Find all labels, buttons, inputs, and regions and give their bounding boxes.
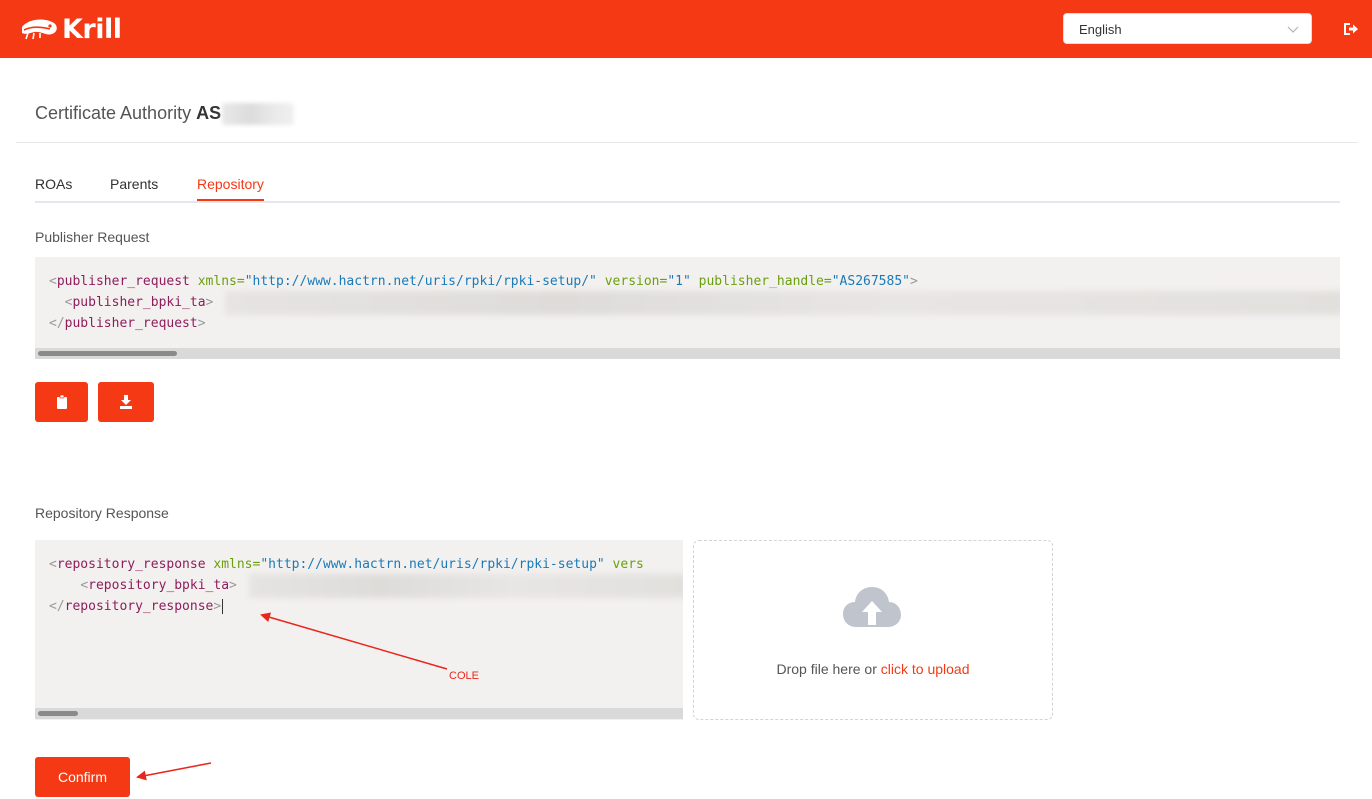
chevron-down-icon [1287, 26, 1299, 33]
top-bar: Krill English [0, 0, 1372, 58]
code-line-2: <repository_bpki_ta> [80, 578, 237, 593]
active-tab-indicator [197, 199, 264, 201]
clipboard-icon [56, 395, 67, 409]
copy-button[interactable] [35, 382, 88, 422]
krill-shrimp-icon [22, 19, 57, 40]
upload-text: Drop file here or [776, 661, 881, 677]
scrollbar-thumb[interactable] [38, 351, 177, 356]
tab-parents[interactable]: Parents [110, 176, 158, 192]
horizontal-scrollbar[interactable] [35, 708, 683, 719]
redacted-certificate [249, 574, 683, 598]
text-cursor [222, 599, 224, 614]
confirm-button[interactable]: Confirm [35, 757, 130, 797]
ca-handle: AS [196, 103, 222, 123]
page-title-prefix: Certificate Authority [35, 103, 192, 123]
redacted-handle [222, 103, 295, 126]
annotation-label: COLE [449, 670, 479, 682]
upload-link[interactable]: click to upload [881, 661, 970, 677]
tab-roas[interactable]: ROAs [35, 176, 72, 192]
krill-logo[interactable]: Krill [20, 12, 122, 46]
code-line-1: <repository_response xmlns="http://www.h… [49, 557, 644, 572]
publisher-request-code[interactable]: <publisher_request xmlns="http://www.hac… [35, 257, 1340, 359]
tab-bar: ROAs Parents Repository [35, 166, 1340, 203]
tab-repository[interactable]: Repository [197, 176, 264, 192]
download-button[interactable] [98, 382, 154, 422]
horizontal-scrollbar[interactable] [35, 348, 1340, 359]
annotation-arrow-confirm [136, 762, 212, 781]
repository-response-editor[interactable]: <repository_response xmlns="http://www.h… [35, 540, 683, 720]
code-line-3: </publisher_request> [49, 316, 206, 331]
title-divider [16, 142, 1358, 143]
repository-response-label: Repository Response [35, 505, 169, 521]
app-name: Krill [62, 13, 122, 45]
language-select-value: English [1079, 22, 1122, 37]
code-line-2: <publisher_bpki_ta> [64, 295, 214, 310]
redacted-certificate [225, 291, 1340, 315]
upload-dropzone[interactable]: Drop file here or click to upload [693, 540, 1053, 720]
code-line-1: <publisher_request xmlns="http://www.hac… [49, 274, 918, 289]
sign-out-icon[interactable] [1343, 21, 1359, 37]
upload-instructions: Drop file here or click to upload [694, 661, 1052, 677]
cloud-upload-icon [843, 587, 901, 627]
download-icon [120, 395, 132, 409]
language-select[interactable]: English [1063, 13, 1312, 44]
code-line-3: </repository_response> [49, 599, 224, 614]
page-title: Certificate Authority AS [35, 103, 295, 126]
publisher-request-label: Publisher Request [35, 229, 150, 245]
scrollbar-thumb[interactable] [38, 711, 78, 716]
